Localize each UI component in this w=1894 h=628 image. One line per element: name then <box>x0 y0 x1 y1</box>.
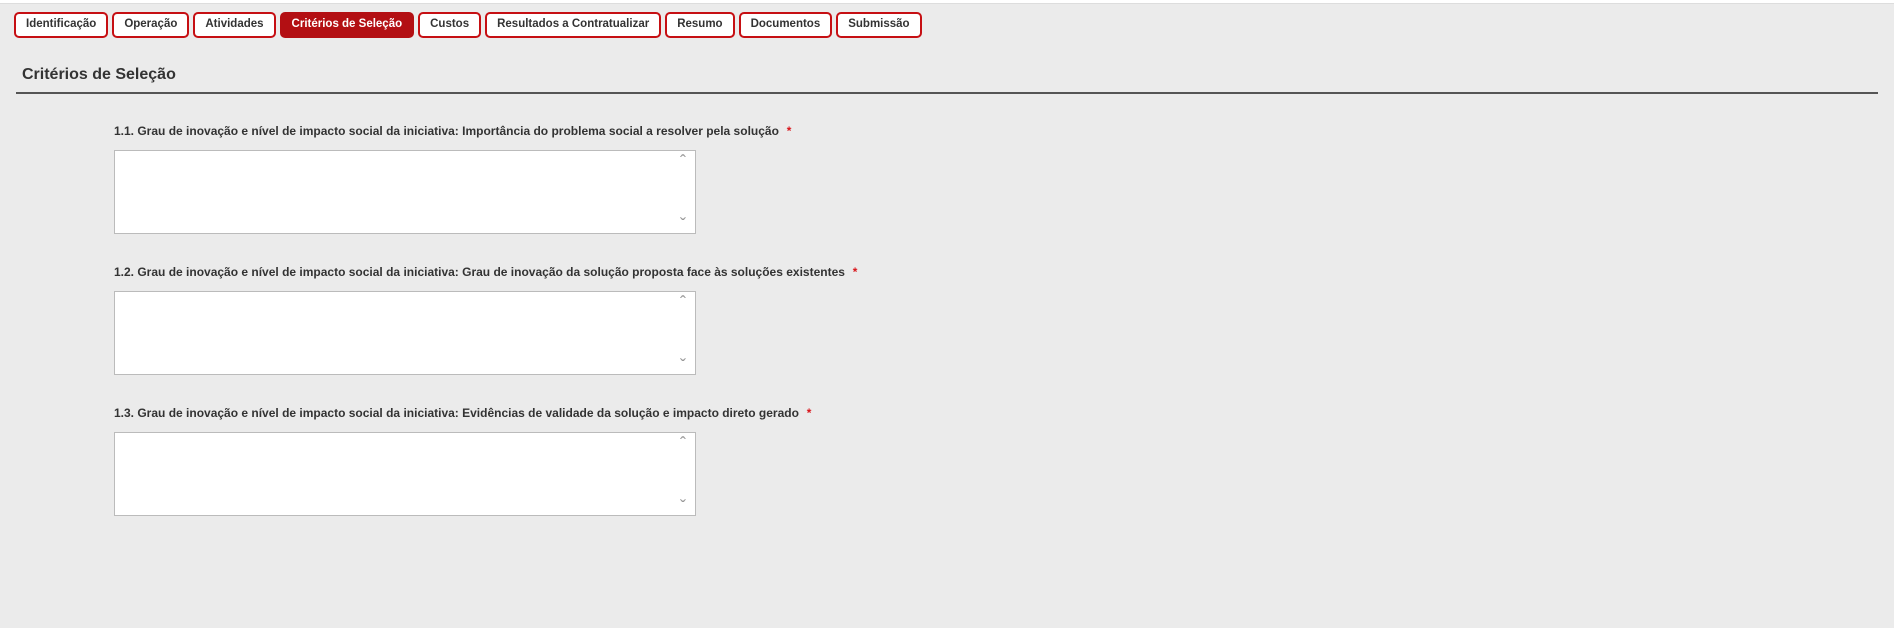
textarea-wrap-1: ˆ ˇ <box>114 150 696 237</box>
page-title: Critérios de Seleção <box>0 44 1894 92</box>
form-area: 1.1. Grau de inovação e nível de impacto… <box>0 94 1894 577</box>
tab-criterios-de-selecao[interactable]: Critérios de Seleção <box>280 12 415 38</box>
tab-atividades[interactable]: Atividades <box>193 12 275 38</box>
field-label-2-text: 1.2. Grau de inovação e nível de impacto… <box>114 265 845 279</box>
required-mark-2: * <box>852 265 857 279</box>
tab-resultados-a-contratualizar[interactable]: Resultados a Contratualizar <box>485 12 661 38</box>
tab-operacao[interactable]: Operação <box>112 12 189 38</box>
field-input-1[interactable] <box>114 150 696 234</box>
textarea-wrap-2: ˆ ˇ <box>114 291 696 378</box>
field-block-1: 1.1. Grau de inovação e nível de impacto… <box>114 124 1014 237</box>
tabs-row: Identificação Operação Atividades Critér… <box>0 4 1894 44</box>
field-block-2: 1.2. Grau de inovação e nível de impacto… <box>114 265 1014 378</box>
field-input-3[interactable] <box>114 432 696 516</box>
tab-documentos[interactable]: Documentos <box>739 12 833 38</box>
tab-resumo[interactable]: Resumo <box>665 12 734 38</box>
field-label-1-text: 1.1. Grau de inovação e nível de impacto… <box>114 124 779 138</box>
field-label-1: 1.1. Grau de inovação e nível de impacto… <box>114 124 1014 138</box>
field-label-3: 1.3. Grau de inovação e nível de impacto… <box>114 406 1014 420</box>
required-mark-1: * <box>786 124 791 138</box>
field-label-3-text: 1.3. Grau de inovação e nível de impacto… <box>114 406 799 420</box>
tab-submissao[interactable]: Submissão <box>836 12 921 38</box>
tab-custos[interactable]: Custos <box>418 12 481 38</box>
field-label-2: 1.2. Grau de inovação e nível de impacto… <box>114 265 1014 279</box>
textarea-wrap-3: ˆ ˇ <box>114 432 696 519</box>
field-input-2[interactable] <box>114 291 696 375</box>
required-mark-3: * <box>806 406 811 420</box>
field-block-3: 1.3. Grau de inovação e nível de impacto… <box>114 406 1014 519</box>
tab-identificacao[interactable]: Identificação <box>14 12 108 38</box>
